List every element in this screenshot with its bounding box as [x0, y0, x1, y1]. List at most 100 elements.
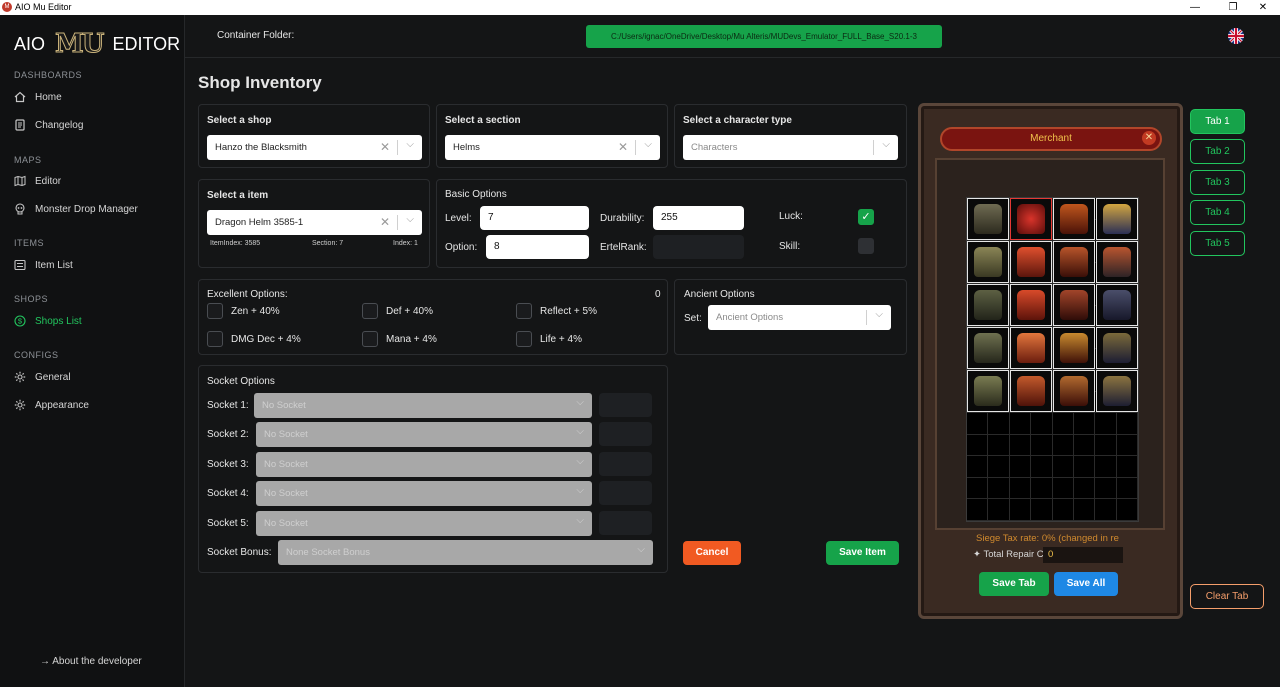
minimize-button[interactable]: —	[1178, 0, 1212, 15]
save-tab-button[interactable]: Save Tab	[979, 572, 1049, 596]
clear-icon[interactable]: ✕	[618, 140, 628, 154]
inventory-slot[interactable]	[988, 499, 1010, 521]
inventory-item[interactable]	[1096, 327, 1138, 369]
inventory-slot[interactable]	[1073, 477, 1096, 500]
save-item-button[interactable]: Save Item	[826, 541, 899, 565]
tab-1[interactable]: Tab 1	[1190, 109, 1245, 134]
dmg-dec-checkbox[interactable]	[207, 331, 223, 347]
chevron-down-icon[interactable]: ⌵	[576, 397, 584, 408]
uk-flag-icon[interactable]	[1228, 28, 1244, 44]
inventory-slot[interactable]	[1116, 477, 1138, 500]
section-select[interactable]: Helms ✕ ⌵	[445, 135, 660, 160]
chevron-down-icon[interactable]: ⌵	[875, 309, 883, 320]
container-folder-path[interactable]: C:/Users/ignac/OneDrive/Desktop/Mu Alter…	[586, 25, 942, 48]
tab-3[interactable]: Tab 3	[1190, 170, 1245, 195]
inventory-item[interactable]	[1096, 241, 1138, 283]
clear-tab-button[interactable]: Clear Tab	[1190, 584, 1264, 609]
chevron-down-icon[interactable]: ⌵	[576, 485, 584, 496]
shop-select[interactable]: Hanzo the Blacksmith ✕ ⌵	[207, 135, 422, 160]
inventory-slot[interactable]	[967, 499, 989, 521]
chevron-down-icon[interactable]: ⌵	[406, 214, 414, 225]
socket-5-number[interactable]	[599, 511, 652, 535]
inventory-slot[interactable]	[1031, 477, 1053, 500]
inventory-item[interactable]	[1010, 370, 1052, 412]
tab-2[interactable]: Tab 2	[1190, 139, 1245, 164]
tab-5[interactable]: Tab 5	[1190, 231, 1245, 256]
inventory-slot[interactable]	[988, 434, 1010, 457]
inventory-slot[interactable]	[1116, 413, 1138, 435]
inventory-slot[interactable]	[1052, 413, 1074, 435]
socket-2-select[interactable]: No Socket ⌵	[256, 422, 592, 447]
inventory-item[interactable]	[1010, 284, 1052, 326]
durability-input[interactable]: 255	[653, 206, 744, 230]
sidebar-item-general[interactable]: General	[14, 367, 174, 387]
inventory-item[interactable]	[1053, 198, 1095, 240]
inventory-slot[interactable]	[1095, 456, 1117, 478]
inventory-item[interactable]	[967, 284, 1009, 326]
tab-4[interactable]: Tab 4	[1190, 200, 1245, 225]
maximize-button[interactable]: ❐	[1216, 0, 1250, 15]
zen-checkbox[interactable]	[207, 303, 223, 319]
close-window-button[interactable]: ✕	[1246, 0, 1280, 15]
inventory-slot[interactable]	[1073, 456, 1096, 478]
socket-4-select[interactable]: No Socket ⌵	[256, 481, 592, 506]
inventory-slot[interactable]	[1009, 477, 1032, 500]
socket-1-select[interactable]: No Socket ⌵	[254, 393, 592, 418]
inventory-slot[interactable]	[1116, 434, 1138, 457]
inventory-item[interactable]	[1096, 198, 1138, 240]
inventory-slot[interactable]	[967, 456, 989, 478]
inventory-slot[interactable]	[1095, 434, 1117, 457]
inventory-slot[interactable]	[1052, 434, 1074, 457]
ancient-set-select[interactable]: Ancient Options ⌵	[708, 305, 891, 330]
chevron-down-icon[interactable]: ⌵	[637, 544, 645, 555]
inventory-item[interactable]	[967, 198, 1009, 240]
reflect-checkbox[interactable]	[516, 303, 532, 319]
mana-checkbox[interactable]	[362, 331, 378, 347]
chevron-down-icon[interactable]: ⌵	[576, 456, 584, 467]
socket-2-number[interactable]	[599, 422, 652, 446]
inventory-slot[interactable]	[1031, 413, 1053, 435]
inventory-slot[interactable]	[988, 456, 1010, 478]
sidebar-item-changelog[interactable]: Changelog	[14, 115, 174, 135]
socket-3-select[interactable]: No Socket ⌵	[256, 452, 592, 477]
inventory-item[interactable]	[967, 241, 1009, 283]
item-select[interactable]: Dragon Helm 3585-1 ✕ ⌵	[207, 210, 422, 235]
cancel-button[interactable]: Cancel	[683, 541, 741, 565]
inventory-slot[interactable]	[1073, 413, 1096, 435]
inventory-item[interactable]	[1053, 284, 1095, 326]
inventory-slot[interactable]	[1095, 499, 1117, 521]
inventory-item[interactable]	[1096, 370, 1138, 412]
chartype-select[interactable]: Characters ⌵	[683, 135, 898, 160]
inventory-item[interactable]	[967, 370, 1009, 412]
inventory-slot[interactable]	[988, 477, 1010, 500]
sidebar-item-monster-drop-manager[interactable]: Monster Drop Manager	[14, 199, 174, 219]
socket-bonus-select[interactable]: None Socket Bonus ⌵	[278, 540, 653, 565]
inventory-slot[interactable]	[1009, 456, 1032, 478]
inventory-slot[interactable]	[1052, 499, 1074, 521]
inventory-slot[interactable]	[1116, 499, 1138, 521]
inventory-slot[interactable]	[1116, 456, 1138, 478]
inventory-slot[interactable]	[1009, 499, 1032, 521]
sidebar-item-home[interactable]: Home	[14, 87, 174, 107]
clear-icon[interactable]: ✕	[380, 215, 390, 229]
inventory-item[interactable]	[1096, 284, 1138, 326]
inventory-slot[interactable]	[1009, 413, 1032, 435]
chevron-down-icon[interactable]: ⌵	[576, 515, 584, 526]
luck-checkbox[interactable]: ✓	[858, 209, 874, 225]
sidebar-item-appearance[interactable]: Appearance	[14, 395, 174, 415]
inventory-slot[interactable]	[1073, 499, 1096, 521]
chevron-down-icon[interactable]: ⌵	[406, 139, 414, 150]
chevron-down-icon[interactable]: ⌵	[576, 426, 584, 437]
inventory-slot[interactable]	[967, 434, 989, 457]
inventory-item[interactable]	[1053, 370, 1095, 412]
inventory-slot[interactable]	[967, 413, 989, 435]
def-checkbox[interactable]	[362, 303, 378, 319]
inventory-item[interactable]	[1010, 327, 1052, 369]
inventory-slot[interactable]	[1073, 434, 1096, 457]
inventory-slot[interactable]	[1031, 434, 1053, 457]
inventory-item-selected[interactable]	[1010, 198, 1052, 240]
inventory-item[interactable]	[1053, 327, 1095, 369]
sidebar-item-shops-list[interactable]: $ Shops List	[14, 311, 174, 331]
inventory-slot[interactable]	[967, 477, 989, 500]
close-icon[interactable]: ✕	[1142, 131, 1156, 145]
